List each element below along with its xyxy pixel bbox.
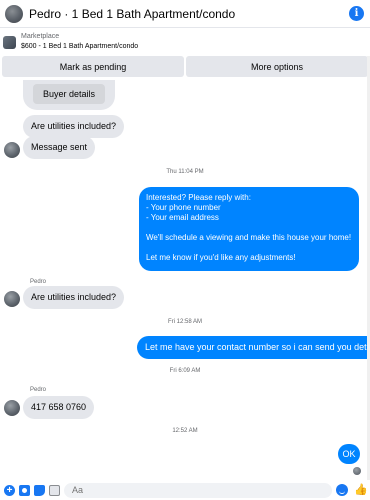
message-timestamp: Fri 6:09 AM <box>169 368 201 374</box>
incoming-message: Are utilities included? <box>23 115 125 138</box>
incoming-message: 417 658 0760 <box>23 396 95 419</box>
message-line: Let me know if you'd like any adjustment… <box>146 253 296 262</box>
gif-icon[interactable] <box>49 484 60 496</box>
message-line <box>146 223 352 233</box>
marketplace-listing[interactable]: Marketplace $600 - 1 Bed 1 Bath Apartmen… <box>0 29 370 55</box>
conversation-header: Pedro · 1 Bed 1 Bath Apartment/condo i <box>0 0 370 28</box>
outgoing-message: Interested? Please reply with: - Your ph… <box>139 187 359 271</box>
contact-avatar-small[interactable] <box>4 291 20 307</box>
contact-avatar-small[interactable] <box>4 142 20 158</box>
message-timestamp: Thu 11:04 PM <box>166 169 204 175</box>
incoming-message: Are utilities included? <box>23 286 125 309</box>
listing-title[interactable]: $600 - 1 Bed 1 Bath Apartment/condo <box>21 42 138 52</box>
conversation-title[interactable]: Pedro · 1 Bed 1 Bath Apartment/condo <box>29 7 235 21</box>
message-timestamp: 12:52 AM <box>172 428 198 434</box>
emoji-icon[interactable] <box>336 484 348 496</box>
contact-avatar[interactable] <box>5 4 23 23</box>
listing-actions: Mark as pending More options <box>2 56 368 77</box>
message-line: We'll schedule a viewing and make this h… <box>146 233 352 242</box>
buyer-details-card: Buyer details <box>23 80 115 110</box>
more-options-button[interactable]: More options <box>186 56 368 77</box>
like-icon[interactable]: 👍 <box>354 484 368 496</box>
sender-name: Pedro <box>30 387 47 393</box>
sender-name: Pedro <box>30 279 47 285</box>
incoming-message: Message sent <box>23 136 96 159</box>
outgoing-message: OK <box>338 444 360 464</box>
listing-source: Marketplace <box>21 33 60 40</box>
message-timestamp: Fri 12:58 AM <box>167 319 202 325</box>
message-line: Interested? Please reply with: <box>146 193 251 202</box>
listing-thumbnail[interactable] <box>3 35 16 49</box>
sticker-icon[interactable] <box>34 484 45 496</box>
message-composer: + 👍 <box>0 480 370 500</box>
contact-avatar-small[interactable] <box>4 400 20 416</box>
message-input[interactable] <box>64 482 332 498</box>
buyer-details-button[interactable]: Buyer details <box>33 84 105 104</box>
message-line <box>146 243 352 253</box>
seen-indicator-avatar <box>353 467 361 475</box>
plus-icon[interactable]: + <box>4 484 15 496</box>
message-line: - Your phone number <box>146 203 221 212</box>
message-line: - Your email address <box>146 213 219 222</box>
listing-text: Marketplace $600 - 1 Bed 1 Bath Apartmen… <box>21 32 138 52</box>
info-icon[interactable]: i <box>349 6 364 21</box>
mark-as-pending-button[interactable]: Mark as pending <box>2 56 184 77</box>
camera-icon[interactable] <box>19 484 30 496</box>
outgoing-message: Let me have your contact number so i can… <box>137 336 370 359</box>
